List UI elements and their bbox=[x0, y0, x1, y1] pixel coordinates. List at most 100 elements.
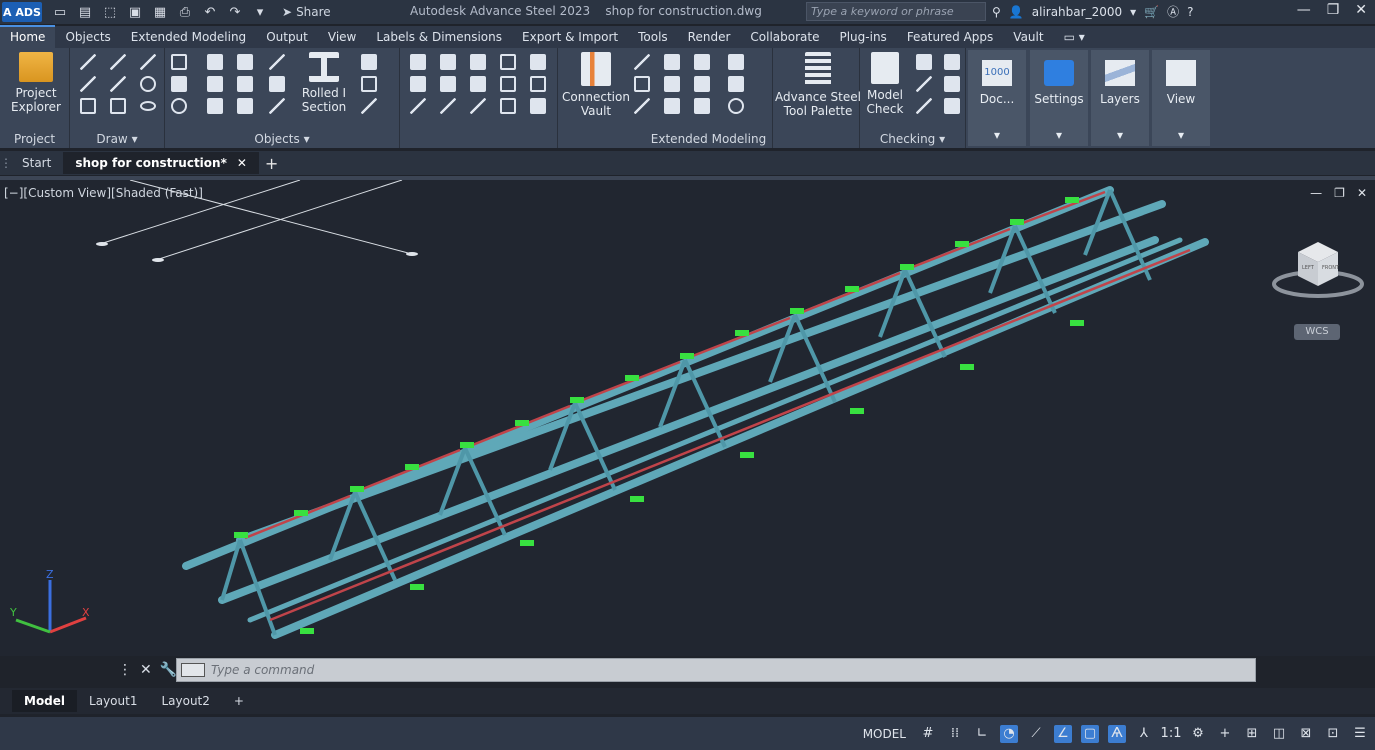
grid-circle-icon[interactable] bbox=[171, 98, 187, 114]
audit-icon[interactable] bbox=[944, 54, 960, 70]
feature-bevel-icon[interactable] bbox=[440, 98, 456, 114]
roof-icon[interactable] bbox=[694, 76, 710, 92]
open-folder-icon[interactable]: ▤ bbox=[77, 4, 93, 20]
line-icon[interactable] bbox=[110, 76, 126, 92]
circle-icon[interactable] bbox=[140, 76, 156, 92]
object-snap-icon[interactable]: ▢ bbox=[1081, 724, 1099, 743]
print-icon[interactable]: ⎙ bbox=[177, 4, 193, 20]
tab-labels-dimensions[interactable]: Labels & Dimensions bbox=[366, 27, 512, 48]
isometric-icon[interactable]: ⟋ bbox=[1027, 725, 1045, 743]
snap-mode-icon[interactable]: ⁞⁞ bbox=[946, 725, 964, 743]
polyline-icon[interactable] bbox=[80, 54, 96, 70]
hardware-acceleration-icon[interactable]: ⊠ bbox=[1297, 725, 1315, 743]
command-prompt-icon[interactable] bbox=[181, 663, 205, 677]
close-icon[interactable]: ✕ bbox=[140, 662, 152, 678]
feature-cut-icon[interactable] bbox=[410, 54, 426, 70]
panel-title-draw[interactable]: Draw ▾ bbox=[70, 132, 164, 146]
tab-layout1[interactable]: Layout1 bbox=[77, 690, 149, 712]
feature-hole-icon[interactable] bbox=[470, 54, 486, 70]
ribbon-minimize-toggle[interactable]: ▭ ▾ bbox=[1054, 27, 1095, 48]
minimize-icon[interactable]: — bbox=[1297, 2, 1311, 18]
feature-notch-icon[interactable] bbox=[440, 76, 456, 92]
building-grid-icon[interactable] bbox=[171, 54, 187, 70]
help-icon[interactable]: ? bbox=[1187, 5, 1193, 19]
command-input[interactable]: Type a command bbox=[176, 658, 1256, 682]
view-button[interactable]: View ▾ bbox=[1152, 50, 1210, 146]
truss-icon[interactable] bbox=[634, 98, 650, 114]
feature-miter-icon[interactable] bbox=[410, 98, 426, 114]
open-web-icon[interactable]: ⬚ bbox=[102, 4, 118, 20]
layers-button[interactable]: Layers ▾ bbox=[1091, 50, 1149, 146]
object-snap-tracking-icon[interactable]: ∠ bbox=[1054, 724, 1072, 743]
tab-featured-apps[interactable]: Featured Apps bbox=[897, 27, 1003, 48]
search-input[interactable]: Type a keyword or phrase bbox=[806, 2, 986, 21]
settings-button[interactable]: Settings ▾ bbox=[1030, 50, 1088, 146]
feature-grating-icon[interactable] bbox=[500, 54, 516, 70]
connection-vault-button[interactable]: Connection Vault bbox=[562, 52, 630, 118]
ortho-icon[interactable]: ∟ bbox=[973, 725, 991, 743]
user-icon[interactable]: 👤 bbox=[1009, 5, 1024, 19]
section-folded-icon[interactable] bbox=[269, 98, 285, 114]
house-icon[interactable] bbox=[694, 54, 710, 70]
feature-link-icon[interactable] bbox=[530, 54, 546, 70]
grid-display-icon[interactable]: # bbox=[919, 725, 937, 743]
portal-frame-icon[interactable] bbox=[634, 54, 650, 70]
workspace-gear-icon[interactable]: ⚙ bbox=[1189, 725, 1207, 743]
arc-icon[interactable] bbox=[140, 54, 156, 70]
ellipse-icon[interactable] bbox=[140, 101, 156, 111]
cart-icon[interactable]: 🛒 bbox=[1144, 5, 1159, 19]
wcs-menu[interactable]: WCS bbox=[1294, 324, 1340, 340]
feature-mesh-icon[interactable] bbox=[500, 98, 516, 114]
polar-tracking-icon[interactable]: ◔ bbox=[1000, 724, 1018, 743]
spline-icon[interactable] bbox=[110, 54, 126, 70]
rolled-i-section-button[interactable]: Rolled I Section bbox=[297, 52, 351, 114]
beam-merge-icon[interactable] bbox=[237, 76, 253, 92]
section-i-icon[interactable] bbox=[269, 54, 285, 70]
project-explorer-button[interactable]: Project Explorer bbox=[6, 52, 66, 114]
annotation-scale[interactable]: 1:1 bbox=[1161, 725, 1182, 743]
stair-icon[interactable] bbox=[664, 98, 680, 114]
panel-title-objects[interactable]: Objects ▾ bbox=[165, 132, 399, 146]
grip-icon[interactable]: ⋮ bbox=[118, 662, 132, 678]
feature-dots-icon[interactable] bbox=[530, 76, 546, 92]
check-marks-icon[interactable] bbox=[916, 76, 932, 92]
tab-extended-modeling[interactable]: Extended Modeling bbox=[121, 27, 256, 48]
railing-icon[interactable] bbox=[664, 54, 680, 70]
column-icon[interactable] bbox=[207, 98, 223, 114]
drawing-viewport[interactable]: [−][Custom View][Shaded (Fast)] — ❐ ✕ Z … bbox=[0, 180, 1375, 656]
customization-menu-icon[interactable]: ☰ bbox=[1351, 725, 1369, 743]
tab-collaborate[interactable]: Collaborate bbox=[740, 27, 829, 48]
tab-layout2[interactable]: Layout2 bbox=[149, 690, 221, 712]
model-space-button[interactable]: MODEL bbox=[859, 725, 910, 743]
save-as-icon[interactable]: ▦ bbox=[152, 4, 168, 20]
tab-start[interactable]: Start bbox=[10, 152, 63, 174]
tool-palette-button[interactable]: Advance Steel Tool Palette bbox=[775, 52, 861, 118]
beam-icon[interactable] bbox=[207, 54, 223, 70]
autodesk-a360-icon[interactable]: Ⓐ bbox=[1167, 3, 1179, 20]
rectangle-icon[interactable] bbox=[110, 98, 126, 114]
tab-objects[interactable]: Objects bbox=[55, 27, 120, 48]
user-name[interactable]: alirahbar_2000 bbox=[1032, 5, 1122, 19]
undo-icon[interactable]: ↶ bbox=[202, 4, 218, 20]
view-cube[interactable]: LEFT FRONT bbox=[1272, 238, 1364, 308]
units-icon[interactable]: ⊞ bbox=[1243, 725, 1261, 743]
cage-ladder-icon[interactable] bbox=[694, 98, 710, 114]
tab-vault[interactable]: Vault bbox=[1003, 27, 1053, 48]
feature-anchor-icon[interactable] bbox=[530, 98, 546, 114]
tab-view[interactable]: View bbox=[318, 27, 366, 48]
panel-title-checking[interactable]: Checking ▾ bbox=[860, 132, 965, 146]
tab-model[interactable]: Model bbox=[12, 690, 78, 712]
close-icon[interactable]: ✕ bbox=[237, 156, 247, 170]
new-file-icon[interactable]: ▭ bbox=[52, 4, 68, 20]
feature-pattern-icon[interactable] bbox=[500, 76, 516, 92]
beam-split-icon[interactable] bbox=[207, 76, 223, 92]
restore-icon[interactable]: ❐ bbox=[1327, 2, 1340, 18]
redo-icon[interactable]: ↷ bbox=[227, 4, 243, 20]
check-fold-icon[interactable] bbox=[916, 98, 932, 114]
share-button[interactable]: ➤ Share bbox=[282, 5, 331, 19]
tab-plug-ins[interactable]: Plug-ins bbox=[829, 27, 896, 48]
close-icon[interactable]: ✕ bbox=[1355, 2, 1367, 18]
annotation-monitor-icon[interactable]: + bbox=[1216, 725, 1234, 743]
tab-export-import[interactable]: Export & Import bbox=[512, 27, 628, 48]
add-layout-plus-icon[interactable]: + bbox=[222, 690, 256, 712]
